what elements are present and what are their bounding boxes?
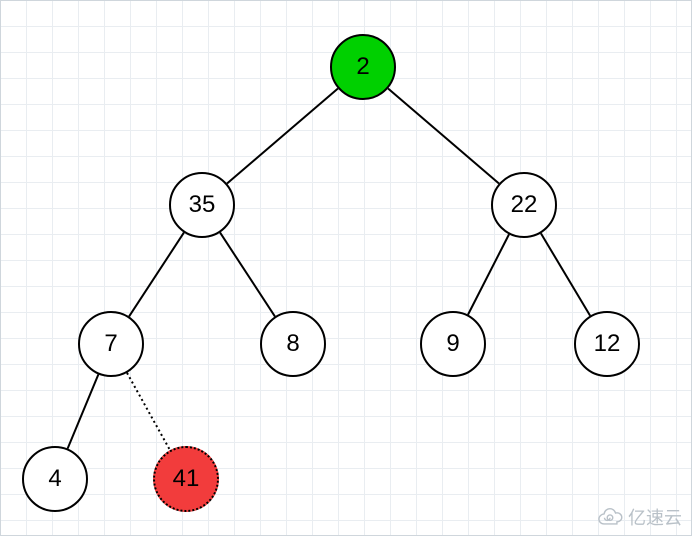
watermark-text: 亿速云	[628, 504, 682, 530]
tree-node: 41	[153, 446, 219, 512]
tree-node-value: 41	[173, 465, 200, 493]
tree-node-value: 7	[104, 330, 117, 358]
tree-edge	[541, 233, 590, 315]
tree-edge	[127, 373, 170, 450]
tree-node-value: 12	[594, 330, 621, 358]
tree-edge	[468, 234, 509, 314]
cloud-icon	[596, 508, 624, 526]
tree-node: 22	[491, 172, 557, 238]
tree-node-value: 35	[189, 191, 216, 219]
tree-edge	[129, 233, 184, 317]
tree-node: 4	[22, 446, 88, 512]
watermark: 亿速云	[596, 504, 682, 530]
tree-node-value: 2	[356, 53, 369, 81]
tree-edge	[220, 233, 275, 317]
tree-node-value: 8	[286, 330, 299, 358]
tree-node-value: 9	[446, 330, 459, 358]
tree-node: 35	[169, 172, 235, 238]
tree-node: 12	[574, 311, 640, 377]
tree-node-value: 4	[48, 465, 61, 493]
tree-node: 9	[420, 311, 486, 377]
tree-edge	[388, 88, 499, 183]
tree-edge	[227, 88, 338, 183]
tree-edge	[68, 374, 99, 448]
tree-node: 8	[260, 311, 326, 377]
tree-node: 2	[330, 34, 396, 100]
tree-node-value: 22	[511, 191, 538, 219]
tree-node: 7	[78, 311, 144, 377]
